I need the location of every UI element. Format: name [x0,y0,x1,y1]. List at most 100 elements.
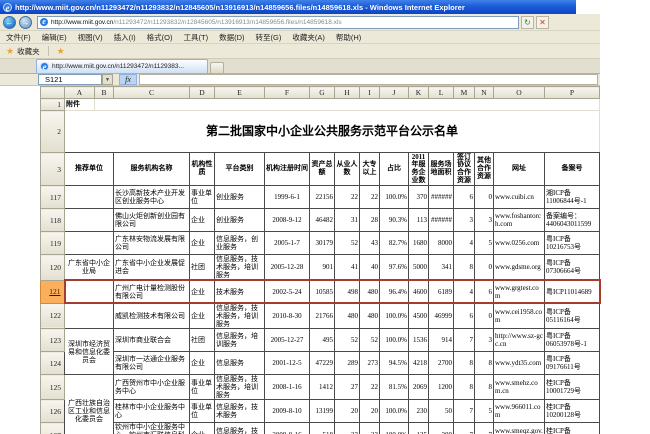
cell-served_2011[interactable]: 1536 [409,329,429,352]
cell-icp[interactable]: 湘ICP备11006844号-1 [545,186,600,209]
column-header-M[interactable]: M [454,87,475,99]
cell-ratio[interactable]: 82.7% [380,232,409,255]
menu-item[interactable]: 格式(O) [147,32,173,43]
cell-agreement_res[interactable]: 8 [454,255,475,281]
col-header-served[interactable]: 2011年服务企业数 [409,153,429,186]
cell-other_res[interactable]: 3 [475,329,494,352]
col-header-website[interactable]: 网址 [494,153,545,186]
cell-unit[interactable] [65,280,114,303]
cell-reg_date[interactable]: 2009-8-10 [265,400,310,423]
cell-name[interactable]: 佛山火炬创新创业园有限公司 [114,209,190,232]
cell-assets[interactable]: 46482 [310,209,335,232]
cell-other_res[interactable]: 6 [475,280,494,303]
cell-nature[interactable]: 社团 [190,329,215,352]
cell-served_2011[interactable]: 2069 [409,375,429,400]
cell-staff[interactable]: 22 [335,186,360,209]
cell-category[interactable]: 信息服务，技术服务 [215,423,265,434]
cell-nature[interactable]: 企业 [190,352,215,375]
cell-college[interactable]: 28 [360,209,380,232]
menu-item[interactable]: 插入(I) [114,32,136,43]
cell-icp[interactable]: 桂ICP备10200128号 [545,400,600,423]
row-header[interactable]: 124 [41,352,65,375]
cell-staff[interactable]: 52 [335,232,360,255]
cell-icp[interactable]: 备案编号：4406043011599 [545,209,600,232]
column-header-N[interactable]: N [475,87,494,99]
favorites-star-icon[interactable]: ★ [6,46,14,57]
column-header-L[interactable]: L [429,87,454,99]
cell-category[interactable]: 信息服务，技术服务 [215,400,265,423]
cell-unit[interactable]: 广东省中小企业局 [65,255,114,281]
cell-name[interactable]: 钦州市中小企业服务中心、钦州市汇联信息科技有限公司 [114,423,190,434]
column-header-A[interactable]: A [65,87,95,99]
cell-assets[interactable]: 1412 [310,375,335,400]
cell-ratio[interactable]: 100.0% [380,423,409,434]
cell-name[interactable]: 广西贺州市中小企业服务中心 [114,375,190,400]
cell-other_res[interactable]: 5 [475,232,494,255]
cell-name[interactable]: 广州广电计量检测股份有限公司 [114,280,190,303]
row-header[interactable]: 3 [41,153,65,186]
cell-assets[interactable]: 47229 [310,352,335,375]
col-header-category[interactable]: 平台类别 [215,153,265,186]
name-box-dropdown-icon[interactable]: ▼ [102,74,113,85]
cell-assets[interactable]: 495 [310,329,335,352]
cell-assets[interactable]: 13199 [310,400,335,423]
cell-college[interactable]: 43 [360,232,380,255]
refresh-button[interactable]: ↻ [521,16,534,29]
cell-icp[interactable]: 桂ICP备10004929号 [545,423,600,434]
cell-served_2011[interactable]: 1680 [409,232,429,255]
cell-category[interactable]: 信息服务，创业服务 [215,232,265,255]
cell-unit[interactable]: 广西壮族自治区工业和信息化委员会 [65,375,114,434]
cell-area[interactable]: 8000 [429,232,454,255]
row-header[interactable]: 2 [41,111,65,153]
forward-button[interactable]: → [19,16,32,29]
cell-college[interactable]: 22 [360,186,380,209]
cell-reg_date[interactable]: 2008-9-12 [265,209,310,232]
select-all-corner[interactable] [41,87,65,99]
cell-category[interactable]: 信息服务 [215,352,265,375]
cell-agreement_res[interactable]: 7 [454,400,475,423]
row-header[interactable]: 125 [41,375,65,400]
cell-unit[interactable]: 深圳市经济贸易和信息化委员会 [65,329,114,375]
add-favorite-star-icon[interactable]: ★ [57,46,65,57]
column-header-J[interactable]: J [380,87,409,99]
cell-other_res[interactable]: 7 [475,423,494,434]
cell-ratio[interactable]: 100.0% [380,400,409,423]
cell-name[interactable]: 桂林市中小企业服务中心 [114,400,190,423]
cell-served_2011[interactable]: 125 [409,423,429,434]
cell-college[interactable]: 52 [360,329,380,352]
cell-assets[interactable]: 10585 [310,280,335,303]
cell-website[interactable]: www.smeqz.gov.cn [494,423,545,434]
menu-item[interactable]: 数据(D) [219,32,244,43]
back-button[interactable]: ← [3,16,16,29]
cell-staff[interactable]: 52 [335,329,360,352]
cell-agreement_res[interactable]: 4 [454,280,475,303]
cell-college[interactable]: 273 [360,352,380,375]
cell-area[interactable]: 2700 [429,352,454,375]
cell-college[interactable]: 480 [360,280,380,303]
cell-website[interactable]: www.gdsme.org [494,255,545,281]
cell-nature[interactable]: 企业 [190,423,215,434]
cell-staff[interactable]: 498 [335,280,360,303]
menu-item[interactable]: 帮助(H) [336,32,361,43]
col-header-agreement[interactable]: 签订协议合作资源 [454,153,475,186]
cell-agreement_res[interactable]: 8 [454,375,475,400]
cell-area[interactable]: ###### [429,209,454,232]
cell-college[interactable]: 40 [360,255,380,281]
col-header-icp[interactable]: 备案号 [545,153,600,186]
cell-name[interactable]: 广东省中小企业发展促进会 [114,255,190,281]
row-header[interactable]: 118 [41,209,65,232]
cell-assets[interactable]: 21766 [310,303,335,329]
cell-other_res[interactable]: 0 [475,255,494,281]
cell-website[interactable]: www.grgtest.com [494,280,545,303]
cell-unit[interactable] [65,303,114,329]
column-header-H[interactable]: H [335,87,360,99]
cell-agreement_res[interactable]: 7 [454,329,475,352]
menu-item[interactable]: 转至(G) [256,32,282,43]
row-header[interactable]: 119 [41,232,65,255]
cell-nature[interactable]: 企业 [190,303,215,329]
menu-item[interactable]: 编辑(E) [42,32,67,43]
menu-item[interactable]: 视图(V) [78,32,103,43]
cell-ratio[interactable]: 100.0% [380,329,409,352]
cell-category[interactable]: 信息服务，技术服务，培训服务 [215,303,265,329]
cell-category[interactable]: 信息服务，培训服务 [215,329,265,352]
